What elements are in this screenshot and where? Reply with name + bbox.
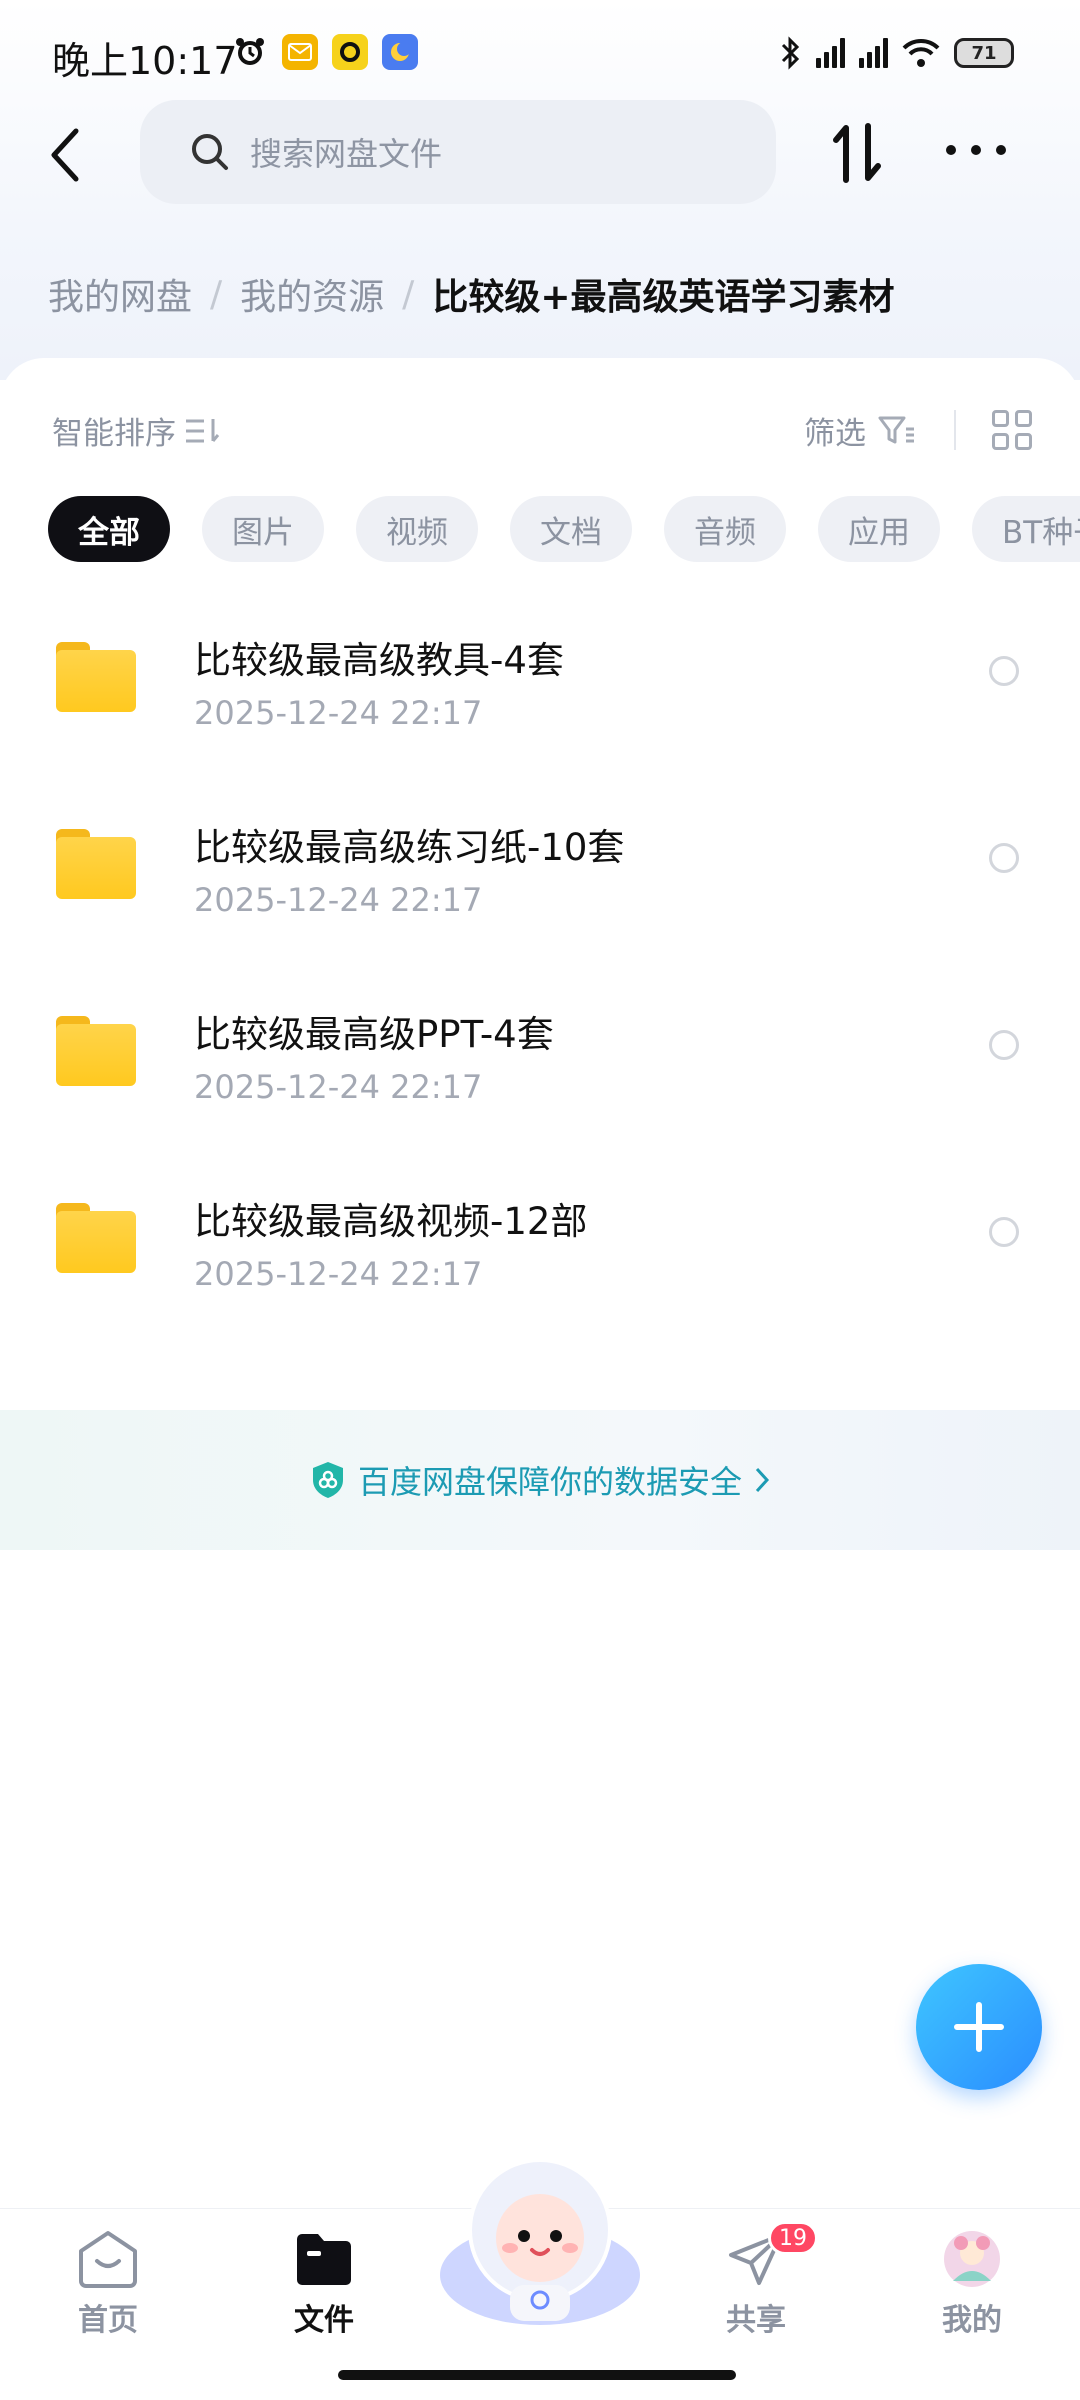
nav-share-label: 共享	[726, 2303, 786, 2338]
list-item[interactable]: 比较级最高级PPT-4套 2025-12-24 22:17	[0, 984, 1080, 1170]
folder-icon	[56, 642, 136, 712]
folder-icon	[56, 1203, 136, 1273]
chip-videos[interactable]: 视频	[356, 496, 478, 562]
breadcrumb: 我的网盘 / 我的资源 / 比较级+最高级英语学习素材	[48, 268, 894, 320]
nav-files-label: 文件	[294, 2303, 354, 2338]
moon-icon	[382, 34, 418, 70]
signal-icon	[816, 38, 845, 68]
list-item[interactable]: 比较级最高级教具-4套 2025-12-24 22:17	[0, 610, 1080, 796]
chip-apps[interactable]: 应用	[818, 496, 940, 562]
shield-icon	[312, 1462, 343, 1498]
status-time: 晚上10:17	[52, 39, 238, 83]
breadcrumb-item-my-drive[interactable]: 我的网盘	[48, 268, 192, 320]
transfer-icon	[833, 123, 881, 183]
chip-audio[interactable]: 音频	[664, 496, 786, 562]
select-checkbox[interactable]	[989, 843, 1019, 873]
file-name: 比较级最高级PPT-4套	[194, 1013, 554, 1056]
status-bar: 晚上10:17 71	[0, 0, 1080, 100]
signal-icon	[859, 38, 888, 68]
folder-icon	[56, 829, 136, 899]
divider	[954, 410, 956, 450]
select-checkbox[interactable]	[989, 1217, 1019, 1247]
breadcrumb-current: 比较级+最高级英语学习素材	[432, 277, 895, 318]
filter-label: 筛选	[804, 416, 866, 452]
nav-mine-label: 我的	[942, 2303, 1002, 2338]
transfer-button[interactable]	[830, 118, 886, 188]
sort-label: 智能排序	[52, 416, 176, 452]
plus-icon	[954, 2002, 1004, 2052]
alarm-icon	[232, 34, 268, 70]
more-dot	[971, 145, 981, 155]
mail-icon	[282, 34, 318, 70]
nav-files[interactable]: 文件	[264, 2229, 384, 2339]
wifi-icon	[902, 38, 940, 67]
file-date: 2025-12-24 22:17	[194, 881, 483, 919]
chip-images[interactable]: 图片	[202, 496, 324, 562]
home-indicator	[338, 2370, 736, 2380]
avatar	[944, 2231, 1000, 2287]
mascot-assistant[interactable]	[440, 2150, 640, 2325]
add-button[interactable]	[916, 1964, 1042, 2090]
back-button[interactable]	[40, 120, 90, 190]
more-dot	[996, 145, 1006, 155]
folder-icon	[297, 2234, 351, 2285]
nav-home[interactable]: 首页	[48, 2229, 168, 2339]
chevron-right-icon	[755, 1467, 770, 1493]
filter-button[interactable]: 筛选	[804, 408, 916, 453]
home-icon	[79, 2231, 137, 2288]
ring-icon	[332, 34, 368, 70]
grid-view-toggle[interactable]	[992, 410, 1032, 450]
list-item[interactable]: 比较级最高级视频-12部 2025-12-24 22:17	[0, 1171, 1080, 1357]
more-button[interactable]	[946, 130, 1006, 170]
search-input[interactable]: 搜索网盘文件	[140, 100, 776, 204]
file-name: 比较级最高级练习纸-10套	[194, 826, 625, 869]
file-date: 2025-12-24 22:17	[194, 694, 483, 732]
select-checkbox[interactable]	[989, 1030, 1019, 1060]
grid-cell	[992, 410, 1009, 427]
nav-home-label: 首页	[78, 2303, 138, 2338]
system-icons: 71	[778, 36, 1014, 70]
bluetooth-icon	[781, 36, 800, 70]
notification-icons	[232, 34, 418, 70]
filter-icon	[878, 416, 914, 443]
category-chips: 全部 图片 视频 文档 音频 应用 BT种子	[0, 496, 1080, 566]
breadcrumb-item-my-resources[interactable]: 我的资源	[240, 268, 384, 320]
smart-sort-button[interactable]: 智能排序	[52, 408, 220, 453]
nav-share[interactable]: 共享 19	[696, 2221, 818, 2339]
share-badge: 19	[768, 2221, 818, 2255]
search-icon	[192, 134, 228, 170]
file-date: 2025-12-24 22:17	[194, 1255, 483, 1293]
folder-icon	[56, 1016, 136, 1086]
chip-row: 全部 图片 视频 文档 音频 应用 BT种子	[48, 496, 1080, 562]
grid-cell	[1015, 410, 1032, 427]
grid-cell	[992, 433, 1009, 450]
grid-cell	[1015, 433, 1032, 450]
breadcrumb-separator: /	[402, 273, 415, 315]
nav-mine[interactable]: 我的	[912, 2229, 1032, 2339]
file-date: 2025-12-24 22:17	[194, 1068, 483, 1106]
security-banner-text: 百度网盘保障你的数据安全	[357, 1463, 742, 1501]
list-item[interactable]: 比较级最高级练习纸-10套 2025-12-24 22:17	[0, 797, 1080, 983]
file-name: 比较级最高级视频-12部	[194, 1200, 588, 1243]
search-placeholder: 搜索网盘文件	[250, 135, 443, 173]
security-banner[interactable]: 百度网盘保障你的数据安全	[0, 1410, 1080, 1550]
chip-all[interactable]: 全部	[48, 496, 170, 562]
more-dot	[946, 145, 956, 155]
sort-icon	[186, 418, 220, 442]
chevron-left-icon	[51, 128, 79, 182]
breadcrumb-separator: /	[210, 273, 223, 315]
file-name: 比较级最高级教具-4套	[194, 639, 564, 682]
chip-documents[interactable]: 文档	[510, 496, 632, 562]
battery-icon: 71	[954, 38, 1014, 68]
chip-bt-torrents[interactable]: BT种子	[972, 496, 1080, 562]
select-checkbox[interactable]	[989, 656, 1019, 686]
